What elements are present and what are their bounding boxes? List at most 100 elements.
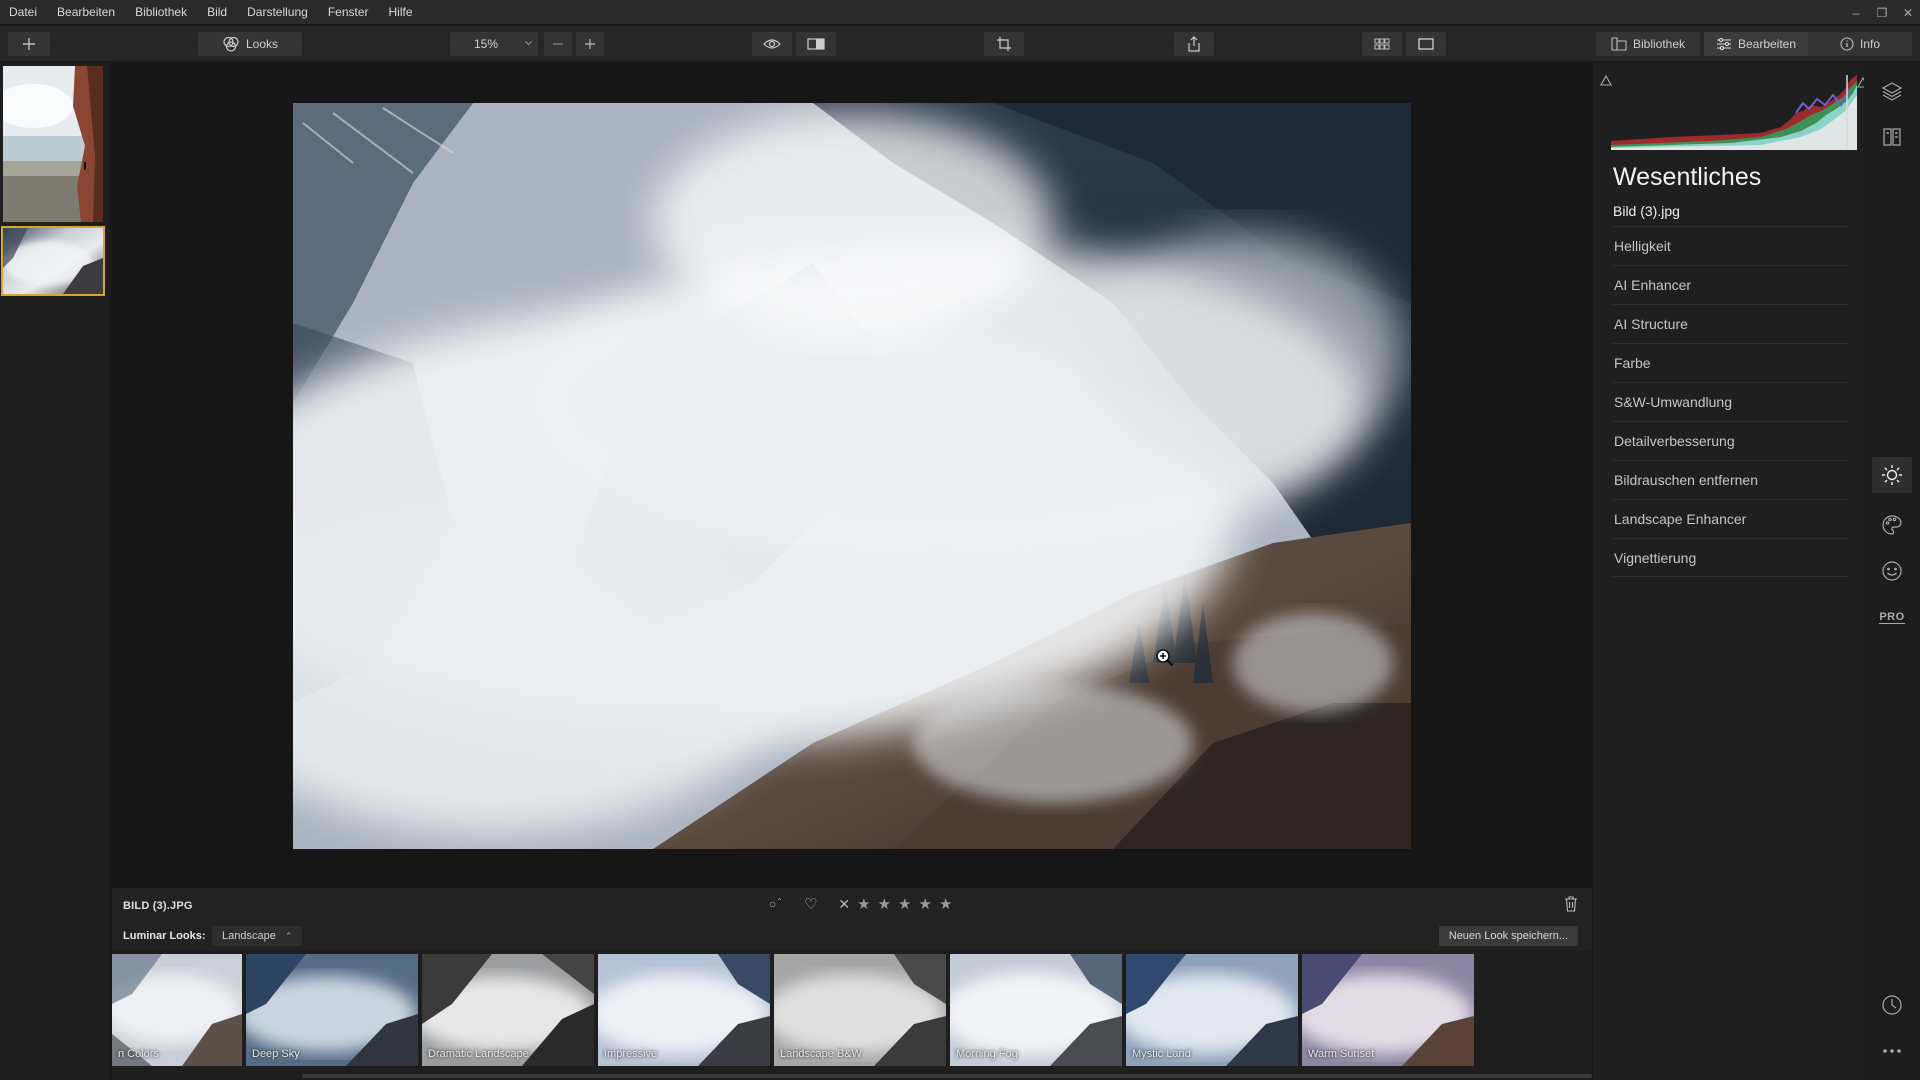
- tool-bildrauschen[interactable]: Bildrauschen entfernen: [1613, 460, 1849, 499]
- look-item-label: n Colors: [118, 1048, 159, 1060]
- minimize-icon[interactable]: –: [1850, 6, 1862, 20]
- look-item-label: Mystic Land: [1132, 1048, 1191, 1060]
- essentials-button[interactable]: [1872, 457, 1912, 493]
- tab-info[interactable]: Info: [1808, 32, 1912, 56]
- tool-detailverbesserung[interactable]: Detailverbesserung: [1613, 421, 1849, 460]
- look-item-label: Landscape B&W: [780, 1048, 862, 1060]
- look-item-label: Morning Fog: [956, 1048, 1018, 1060]
- looks-category-value: Landscape: [222, 930, 276, 942]
- tools-list: Helligkeit AI Enhancer AI Structure Farb…: [1613, 226, 1849, 577]
- zoom-cursor-icon: [1156, 649, 1174, 667]
- look-item-label: Deep Sky: [252, 1048, 300, 1060]
- menu-fenster[interactable]: Fenster: [318, 0, 379, 25]
- save-look-button[interactable]: Neuen Look speichern...: [1438, 926, 1578, 946]
- looks-bar: Luminar Looks: Landscape ⌃ Neuen Look sp…: [112, 922, 1592, 950]
- star-icon[interactable]: ★: [898, 895, 911, 913]
- toolbar: Looks 15% Bibliothek Bearbeiten Info: [0, 26, 1920, 62]
- menu-darstellung[interactable]: Darstellung: [237, 0, 318, 25]
- tool-sw-umwandlung[interactable]: S&W-Umwandlung: [1613, 382, 1849, 421]
- image-canvas[interactable]: [112, 63, 1592, 888]
- tool-helligkeit[interactable]: Helligkeit: [1613, 226, 1849, 265]
- single-image-icon: [1418, 38, 1434, 50]
- more-options-button[interactable]: [1880, 1039, 1904, 1063]
- panel-subtitle: Bild (3).jpg: [1613, 203, 1680, 219]
- look-item[interactable]: Landscape B&W: [774, 954, 946, 1066]
- tool-farbe[interactable]: Farbe: [1613, 343, 1849, 382]
- filmstrip-thumb-2[interactable]: [1, 226, 105, 296]
- close-icon[interactable]: ✕: [1902, 6, 1914, 20]
- tab-info-label: Info: [1859, 37, 1880, 51]
- look-item[interactable]: Morning Fog: [950, 954, 1122, 1066]
- zoom-in-button[interactable]: [576, 32, 604, 56]
- looks-scrollbar[interactable]: [302, 1074, 1592, 1078]
- look-item-label: Impressive: [604, 1048, 658, 1060]
- restore-icon[interactable]: ❐: [1876, 6, 1888, 20]
- single-view-button[interactable]: [1406, 32, 1446, 56]
- looks-category-select[interactable]: Landscape ⌃: [212, 926, 303, 946]
- look-item[interactable]: Deep Sky: [246, 954, 418, 1066]
- tool-ai-enhancer[interactable]: AI Enhancer: [1613, 265, 1849, 304]
- menu-bibliothek[interactable]: Bibliothek: [125, 0, 197, 25]
- look-item[interactable]: n Colors: [112, 954, 242, 1066]
- zoom-value: 15%: [474, 37, 499, 51]
- layers-button[interactable]: [1880, 79, 1904, 103]
- menu-hilfe[interactable]: Hilfe: [379, 0, 423, 25]
- add-image-button[interactable]: [8, 32, 50, 56]
- menu-bearbeiten[interactable]: Bearbeiten: [47, 0, 125, 25]
- crop-button[interactable]: [984, 32, 1024, 56]
- compare-button[interactable]: [796, 32, 836, 56]
- tab-library[interactable]: Bibliothek: [1596, 32, 1700, 56]
- panel-title: Wesentliches: [1613, 163, 1762, 191]
- minus-icon: [553, 43, 563, 45]
- zoom-out-button[interactable]: [544, 32, 572, 56]
- heart-icon[interactable]: ♡: [804, 895, 817, 913]
- look-item[interactable]: Impressive: [598, 954, 770, 1066]
- pro-button[interactable]: PRO: [1879, 605, 1905, 629]
- grid-icon: [1374, 38, 1390, 50]
- star-icon[interactable]: ★: [939, 895, 952, 913]
- color-label-dropdown[interactable]: ○⌃: [769, 897, 783, 911]
- portrait-button[interactable]: [1880, 559, 1904, 583]
- image-filename: BILD (3).JPG: [123, 900, 193, 912]
- reject-icon[interactable]: ✕: [838, 896, 850, 913]
- tool-landscape-enhancer[interactable]: Landscape Enhancer: [1613, 499, 1849, 538]
- histogram: [1611, 75, 1857, 150]
- canvas-tools-button[interactable]: [1880, 125, 1904, 149]
- star-icon[interactable]: ★: [857, 895, 870, 913]
- eye-icon: [763, 39, 781, 49]
- creative-button[interactable]: [1880, 513, 1904, 537]
- look-item[interactable]: Warm Sunset: [1302, 954, 1474, 1066]
- tool-category-rail: PRO: [1864, 63, 1920, 1080]
- looks-button[interactable]: Looks: [198, 32, 302, 56]
- menu-datei[interactable]: Datei: [0, 0, 47, 25]
- tab-edit-label: Bearbeiten: [1737, 37, 1797, 51]
- edit-panel: Wesentliches Bild (3).jpg Helligkeit AI …: [1592, 63, 1869, 1080]
- layers-icon: [1881, 82, 1903, 101]
- history-button[interactable]: [1880, 993, 1904, 1017]
- tab-edit[interactable]: Bearbeiten: [1704, 32, 1808, 56]
- looks-strip: n Colors Deep Sky Dramatic Landscape Imp…: [112, 950, 1592, 1080]
- smiley-icon: [1882, 561, 1902, 581]
- filmstrip: [0, 63, 111, 1080]
- menu-bild[interactable]: Bild: [197, 0, 237, 25]
- main-photo[interactable]: [293, 103, 1411, 849]
- grid-view-button[interactable]: [1362, 32, 1402, 56]
- share-button[interactable]: [1174, 32, 1214, 56]
- star-icon[interactable]: ★: [919, 895, 932, 913]
- rating-controls: ○⌃ ♡ ✕ ★ ★ ★ ★ ★: [769, 895, 952, 914]
- tool-vignettierung[interactable]: Vignettierung: [1613, 538, 1849, 577]
- filmstrip-thumb-1[interactable]: [3, 66, 103, 222]
- zoom-select[interactable]: 15%: [450, 32, 538, 56]
- image-info-bar: BILD (3).JPG ○⌃ ♡ ✕ ★ ★ ★ ★ ★: [112, 888, 1592, 922]
- tool-ai-structure[interactable]: AI Structure: [1613, 304, 1849, 343]
- looks-button-label: Looks: [245, 37, 279, 51]
- star-icon[interactable]: ★: [878, 895, 891, 913]
- look-item[interactable]: Dramatic Landscape: [422, 954, 594, 1066]
- more-dots-icon: [1883, 1049, 1901, 1053]
- look-item[interactable]: Mystic Land: [1126, 954, 1298, 1066]
- preview-button[interactable]: [752, 32, 792, 56]
- look-item-label: Warm Sunset: [1308, 1048, 1375, 1060]
- split-view-icon: [807, 38, 825, 50]
- delete-button[interactable]: [1564, 896, 1578, 915]
- trash-icon: [1565, 896, 1577, 912]
